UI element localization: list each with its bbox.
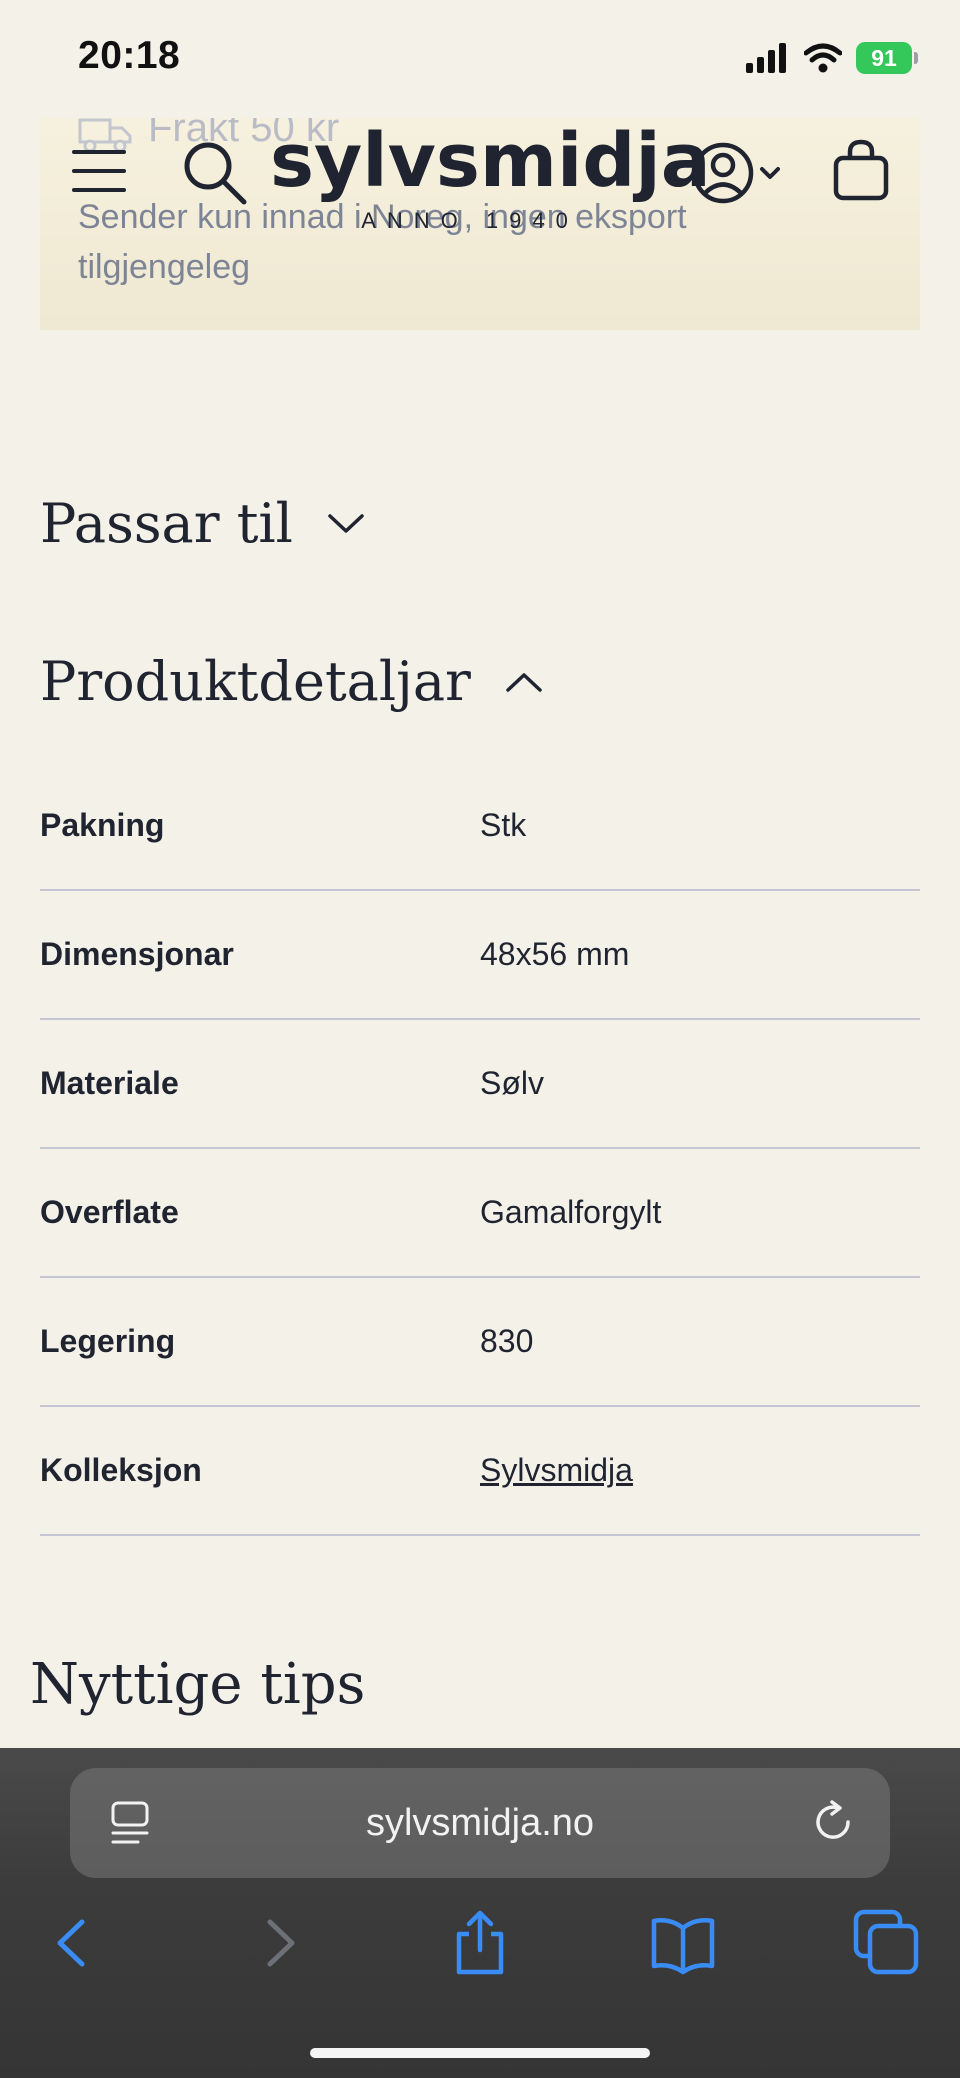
tabs-icon[interactable]	[852, 1908, 922, 1978]
accordion-passar-til[interactable]: Passar til	[40, 492, 365, 555]
address-bar[interactable]: sylvsmidja.no	[70, 1768, 890, 1878]
accordion-produktdetaljar[interactable]: Produktdetaljar	[40, 650, 543, 713]
row-label: Dimensjonar	[40, 936, 234, 972]
table-row: Legering 830	[40, 1278, 920, 1407]
cart-icon[interactable]	[832, 138, 890, 202]
row-label: Kolleksjon	[40, 1452, 202, 1488]
chevron-up-icon	[506, 672, 542, 692]
site-logo[interactable]: sylvsmidja ANNO 1940	[270, 118, 711, 234]
chevron-down-icon	[328, 513, 364, 533]
table-row: Kolleksjon Sylvsmidja	[40, 1407, 920, 1536]
wifi-icon	[804, 43, 842, 73]
url-text: sylvsmidja.no	[365, 1802, 595, 1844]
home-indicator	[310, 2048, 650, 2058]
table-row: Pakning Stk	[40, 762, 920, 891]
status-time: 20:18	[78, 34, 181, 77]
cellular-signal-icon	[746, 43, 786, 73]
logo-subtitle: ANNO 1940	[361, 208, 579, 233]
row-label: Legering	[40, 1323, 176, 1359]
row-label: Materiale	[40, 1065, 179, 1101]
menu-icon[interactable]	[72, 148, 126, 194]
browser-nav-buttons	[0, 1908, 960, 1998]
collection-link[interactable]: Sylvsmidja	[480, 1452, 633, 1489]
back-icon[interactable]	[38, 1908, 108, 1978]
forward-icon[interactable]	[244, 1908, 314, 1978]
row-label: Overflate	[40, 1194, 179, 1230]
product-details-table: Pakning Stk Dimensjonar 48x56 mm Materia…	[40, 762, 920, 1536]
table-row: Dimensjonar 48x56 mm	[40, 891, 920, 1020]
row-value: Gamalforgylt	[480, 1194, 662, 1230]
row-value: Sølv	[480, 1065, 544, 1101]
accordion-title: Produktdetaljar	[40, 650, 471, 713]
table-row: Overflate Gamalforgylt	[40, 1149, 920, 1278]
accordion-title: Passar til	[40, 492, 293, 555]
battery-level: 91	[856, 42, 912, 74]
account-icon[interactable]	[690, 140, 786, 206]
status-icons: 91	[746, 42, 918, 74]
logo-name: sylvsmidja	[270, 118, 711, 204]
search-icon[interactable]	[182, 140, 248, 206]
section-title-tips: Nyttige tips	[30, 1652, 366, 1717]
battery-icon: 91	[856, 42, 918, 74]
site-header: sylvsmidja ANNO 1940	[0, 118, 960, 268]
table-row: Materiale Sølv	[40, 1020, 920, 1149]
row-value: Stk	[480, 807, 527, 843]
bookmarks-icon[interactable]	[648, 1908, 718, 1978]
row-label: Pakning	[40, 807, 165, 843]
row-value: 48x56 mm	[480, 936, 630, 972]
share-icon[interactable]	[445, 1908, 515, 1978]
row-value: 830	[480, 1323, 534, 1359]
status-bar: 20:18 91	[0, 0, 960, 118]
browser-toolbar: sylvsmidja.no	[0, 1748, 960, 2078]
reload-icon[interactable]	[812, 1798, 856, 1844]
